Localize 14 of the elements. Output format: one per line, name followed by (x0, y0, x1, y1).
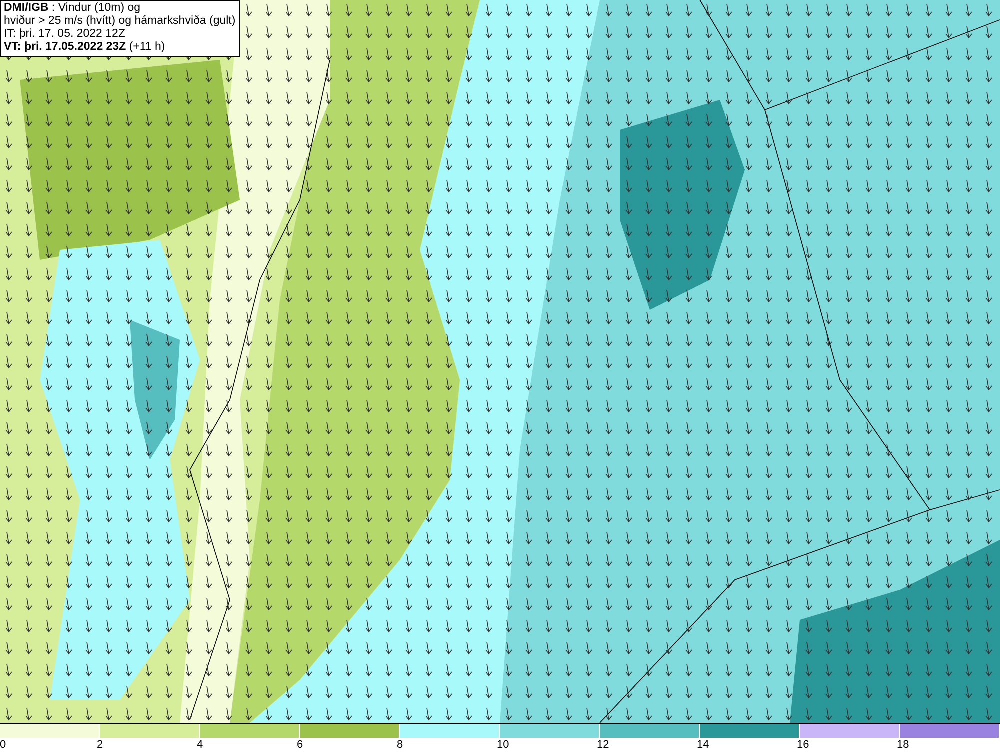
legend-tick-label: 4 (197, 738, 204, 753)
legend-tick-label: 14 (697, 738, 710, 753)
legend-tick-label: 18 (897, 738, 910, 753)
legend-tick-label: 8 (397, 738, 404, 753)
title-line: hviður > 25 m/s (hvítt) og hámarkshviða (gult) (4, 15, 236, 28)
legend-tick-label: 12 (597, 738, 610, 753)
legend-tick-label: 2 (97, 738, 104, 753)
legend-tick-label: 10 (497, 738, 510, 753)
legend-tick-label: 0 (0, 738, 6, 753)
title-line: IT: þri. 17. 05. 2022 12Z (4, 28, 126, 41)
title-line: DMI/IGB : Vindur (10m) og (4, 2, 142, 15)
legend-tick-label: 6 (297, 738, 304, 753)
title-line: VT: þri. 17.05.2022 23Z (+11 h) (4, 41, 166, 54)
legend-tick-label: 16 (797, 738, 810, 753)
